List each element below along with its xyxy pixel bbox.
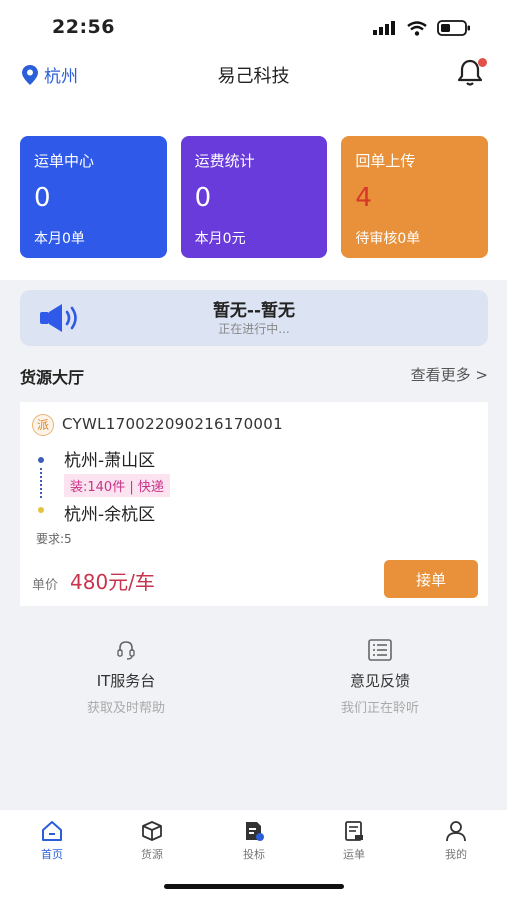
waybill-center-card[interactable]: 运单中心 0 本月0单 <box>20 136 167 258</box>
tab-label: 首页 <box>41 848 63 861</box>
bid-icon <box>246 822 264 841</box>
card-subtitle: 本月0单 <box>34 231 85 247</box>
tab-label: 货源 <box>141 848 163 861</box>
service-title: IT服务台 <box>96 672 156 690</box>
signal-icon <box>373 21 395 35</box>
tab-cargo[interactable]: 货源 <box>122 818 182 862</box>
cargo-info-badge: 装:140件 | 快递 <box>64 474 170 497</box>
unit-price: 480元/车 <box>70 570 155 594</box>
notice-banner[interactable]: 暂无--暂无 正在进行中... <box>20 290 488 346</box>
cargo-card[interactable]: 派 CYWL170022090216170001 杭州-萧山区 装:140件 |… <box>20 402 488 606</box>
user-icon <box>446 821 466 842</box>
cargo-code: CYWL170022090216170001 <box>62 415 283 433</box>
service-subtitle: 我们正在聆听 <box>340 701 419 716</box>
tab-bid[interactable]: 投标 <box>224 818 284 862</box>
card-subtitle: 本月0元 <box>194 231 246 247</box>
service-subtitle: 获取及时帮助 <box>86 701 165 716</box>
box-icon <box>142 821 162 841</box>
feedback-entry[interactable]: 意见反馈 我们正在聆听 <box>280 638 480 716</box>
wifi-icon <box>407 20 427 36</box>
cargo-hall-header: 货源大厅 查看更多 > <box>20 360 488 388</box>
card-value: 4 <box>355 183 372 213</box>
card-title: 运费统计 <box>194 152 255 170</box>
home-indicator <box>164 884 344 889</box>
freight-stats-card[interactable]: 运费统计 0 本月0元 <box>180 136 328 258</box>
stat-cards: 运单中心 0 本月0单 运费统计 0 本月0元 回单上传 4 待审核0单 <box>20 136 489 258</box>
view-more-link[interactable]: 查看更多 > <box>411 364 488 385</box>
notice-subtitle: 正在进行中... <box>218 322 290 336</box>
waybill-icon <box>345 821 363 841</box>
tab-label: 我的 <box>445 848 467 861</box>
tab-label: 运单 <box>343 848 365 861</box>
destination-label: 杭州-余杭区 <box>64 505 156 525</box>
content-area: 暂无--暂无 正在进行中... 货源大厅 查看更多 > 派 CYWL170022… <box>0 280 507 810</box>
card-title: 回单上传 <box>355 152 416 170</box>
status-time: 22:56 <box>52 16 115 38</box>
destination-dot <box>38 507 44 513</box>
it-service-desk[interactable]: IT服务台 获取及时帮助 <box>26 638 226 716</box>
notice-title: 暂无--暂无 <box>212 301 296 321</box>
feedback-icon <box>368 639 392 661</box>
card-title: 运单中心 <box>34 152 95 170</box>
status-bar: 22:56 <box>0 0 507 52</box>
notification-badge <box>478 58 487 67</box>
tab-profile[interactable]: 我的 <box>426 818 486 862</box>
service-title: 意见反馈 <box>349 672 410 690</box>
tab-home[interactable]: 首页 <box>22 818 82 862</box>
notification-button[interactable] <box>457 58 487 88</box>
receipt-upload-card[interactable]: 回单上传 4 待审核0单 <box>341 136 489 258</box>
page-title: 易己科技 <box>217 66 290 87</box>
card-value: 0 <box>34 183 51 213</box>
unit-price-label: 单价 <box>32 578 59 593</box>
headset-icon <box>117 641 135 660</box>
origin-label: 杭州-萧山区 <box>64 451 156 471</box>
card-subtitle: 待审核0单 <box>355 231 421 247</box>
status-icons <box>373 20 471 36</box>
bottom-tab-bar: 首页 货源 投标 运单 我的 <box>0 810 507 900</box>
requirement-text: 要求:5 <box>36 532 72 546</box>
route-line <box>40 468 42 498</box>
home-icon <box>42 821 62 841</box>
tab-label: 投标 <box>243 848 265 861</box>
battery-icon <box>437 20 470 36</box>
tab-waybill[interactable]: 运单 <box>324 818 384 862</box>
card-value: 0 <box>194 183 212 213</box>
origin-dot <box>38 457 44 463</box>
app-header: 杭州 易己科技 <box>0 52 507 98</box>
dispatch-tag: 派 <box>32 414 54 436</box>
accept-order-button[interactable]: 接单 <box>384 560 478 598</box>
section-title: 货源大厅 <box>20 368 85 387</box>
